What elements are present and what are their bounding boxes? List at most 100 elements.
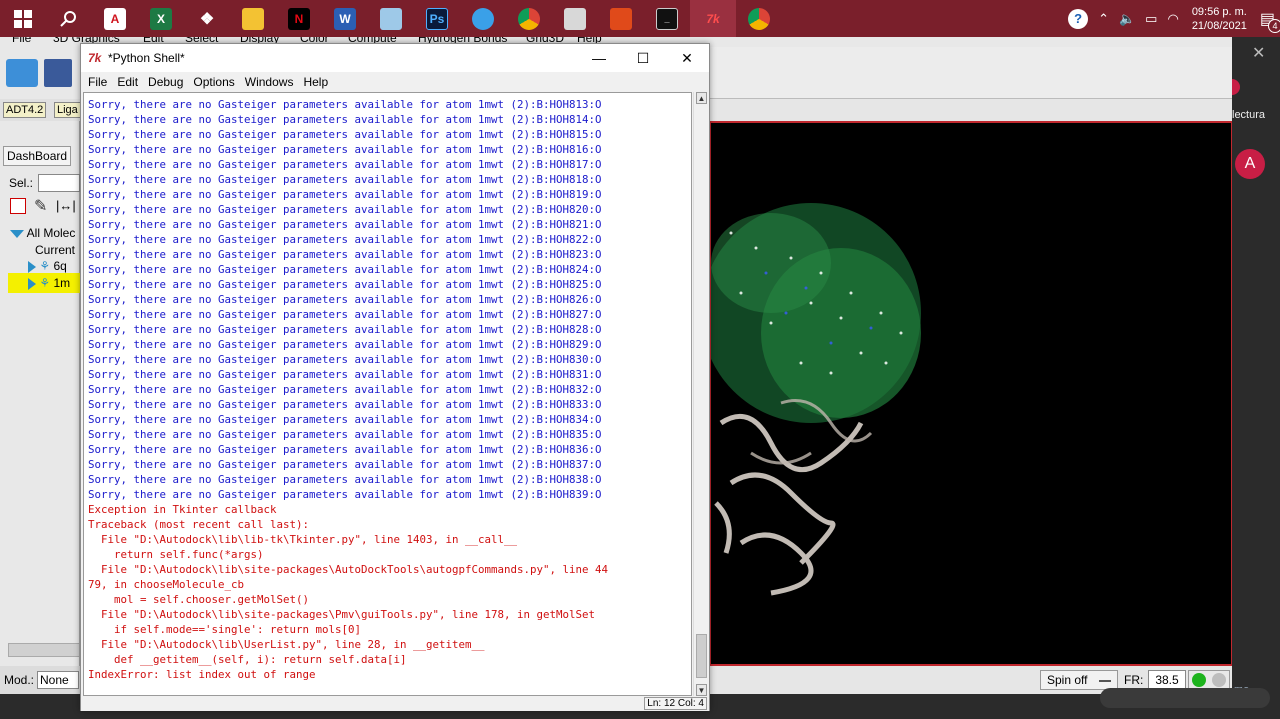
autodock-toolbar2: ADT4.2 Liga — [0, 99, 80, 121]
notification-icon[interactable]: ▤ 4 — [1255, 9, 1280, 33]
tab-dashboard[interactable]: DashBoard — [3, 146, 72, 166]
molecule-icon: ⚘ — [39, 259, 51, 273]
tree-item-6q[interactable]: ⚘ 6q — [28, 259, 80, 273]
tree-item-1m[interactable]: ⚘ 1m — [28, 276, 80, 290]
shell-line: Sorry, there are no Gasteiger parameters… — [88, 398, 602, 411]
shell-menu-edit[interactable]: Edit — [117, 75, 138, 89]
mod-field[interactable]: None — [37, 671, 79, 689]
shell-output[interactable]: Sorry, there are no Gasteiger parameters… — [83, 92, 692, 696]
pencil-icon[interactable]: ✎ — [34, 196, 47, 216]
avatar[interactable]: A — [1235, 149, 1265, 179]
green-status-icon — [1192, 673, 1206, 687]
lectura-label[interactable]: lectura — [1232, 109, 1265, 121]
tree-all-molecules[interactable]: All Molec — [10, 226, 80, 240]
shell-line: Sorry, there are no Gasteiger parameters… — [88, 323, 602, 336]
cursor-position: Ln: 12 Col: 4 — [644, 697, 707, 710]
chrome-icon[interactable] — [506, 0, 552, 37]
file-explorer-icon[interactable] — [230, 0, 276, 37]
shell-menu-options[interactable]: Options — [193, 75, 234, 89]
shell-line: File "D:\Autodock\lib\UserList.py", line… — [88, 638, 485, 651]
shell-menu-file[interactable]: File — [88, 75, 107, 89]
shell-line: return self.func(*args) — [88, 548, 264, 561]
netflix-icon[interactable]: N — [276, 0, 322, 37]
shell-line: File "D:\Autodock\lib\site-packages\Pmv\… — [88, 608, 596, 621]
notes-icon[interactable] — [368, 0, 414, 37]
scroll-up-icon[interactable]: ▲ — [696, 92, 707, 104]
notification-count: 4 — [1268, 18, 1280, 33]
maximize-button[interactable]: ☐ — [621, 44, 665, 72]
python-shell-window: 7k *Python Shell* — ☐ ✕ File Edit Debug … — [80, 43, 710, 711]
shell-line: mol = self.chooser.getMolSet() — [88, 593, 310, 606]
sel-input[interactable] — [38, 174, 80, 192]
dashboard-scrollbar[interactable] — [8, 643, 80, 657]
shell-scrollbar[interactable]: ▲ ▼ — [693, 92, 708, 696]
open-folder-icon[interactable] — [6, 59, 38, 87]
frame-rate-field: 38.5 — [1148, 670, 1186, 690]
word-icon[interactable]: W — [322, 0, 368, 37]
close-icon[interactable]: ✕ — [1252, 43, 1265, 63]
minimize-button[interactable]: — — [577, 44, 621, 72]
search-icon[interactable] — [46, 0, 92, 37]
save-icon[interactable] — [44, 59, 72, 87]
shell-title: *Python Shell* — [108, 51, 185, 65]
expand-icon — [10, 229, 24, 238]
shell-menu-debug[interactable]: Debug — [148, 75, 183, 89]
scroll-thumb[interactable] — [696, 634, 707, 678]
sel-label: Sel.: — [9, 176, 34, 190]
select-tool-icon[interactable] — [10, 198, 26, 214]
shell-line: Sorry, there are no Gasteiger parameters… — [88, 113, 602, 126]
browser-edge: ✕ lectura A me — [1232, 37, 1280, 719]
shell-line: Sorry, there are no Gasteiger parameters… — [88, 383, 602, 396]
autodock-toolbar — [0, 47, 80, 99]
distance-icon[interactable]: |↔| — [56, 198, 76, 213]
shell-line: Sorry, there are no Gasteiger parameters… — [88, 128, 602, 141]
clock-date: 21/08/2021 — [1191, 19, 1247, 32]
spin-toggle-button[interactable]: Spin off — [1040, 670, 1118, 690]
molecule-render — [711, 203, 921, 596]
molecule-icon: ⚘ — [39, 276, 51, 290]
control-panel-icon[interactable] — [552, 0, 598, 37]
profile-dot-icon — [1232, 79, 1240, 95]
shell-line: Sorry, there are no Gasteiger parameters… — [88, 293, 602, 306]
shell-line: Sorry, there are no Gasteiger parameters… — [88, 368, 602, 381]
mod-label: Mod.: — [4, 673, 35, 687]
battery-icon[interactable]: ▭ — [1140, 11, 1162, 27]
adt-version-tag[interactable]: ADT4.2 — [3, 102, 47, 118]
wifi-icon[interactable]: ◠ — [1162, 11, 1183, 27]
volume-icon[interactable]: 🔈 — [1114, 11, 1140, 27]
spin-label: Spin off — [1047, 673, 1088, 687]
photoshop-icon[interactable]: Ps — [414, 0, 460, 37]
ligand-menu-tag[interactable]: Liga — [54, 102, 80, 118]
shell-line: Sorry, there are no Gasteiger parameters… — [88, 158, 602, 171]
dashboard-tools: ✎ |↔| — [8, 196, 80, 218]
clock[interactable]: 09:56 p. m. 21/08/2021 — [1184, 5, 1255, 33]
scroll-down-icon[interactable]: ▼ — [696, 684, 707, 696]
shell-line: Sorry, there are no Gasteiger parameters… — [88, 218, 602, 231]
lightbulb-icon[interactable] — [460, 0, 506, 37]
help-icon[interactable]: ? — [1063, 8, 1093, 29]
office-icon[interactable] — [598, 0, 644, 37]
tree-item-label: 6q — [53, 259, 67, 273]
shell-menu-windows[interactable]: Windows — [245, 75, 294, 89]
terminal-icon[interactable]: _ — [644, 0, 690, 37]
autodock-toolbar-right — [709, 47, 1232, 99]
close-button[interactable]: ✕ — [665, 44, 709, 72]
acrobat-icon[interactable]: A — [92, 0, 138, 37]
gray-status-icon — [1212, 673, 1226, 687]
taskbar: A X ❖ N W Ps _ 7k ? ⌃ 🔈 ▭ ◠ 09:56 p. m. … — [0, 0, 1280, 37]
menu-file[interactable]: File — [12, 37, 31, 45]
shell-line: if self.mode=='single': return mols[0] — [88, 623, 362, 636]
chrome-profile-icon[interactable] — [736, 0, 782, 37]
shell-line: Sorry, there are no Gasteiger parameters… — [88, 413, 602, 426]
3d-viewer[interactable] — [709, 121, 1233, 666]
tk-icon[interactable]: 7k — [690, 0, 736, 37]
excel-icon[interactable]: X — [138, 0, 184, 37]
shell-line: Sorry, there are no Gasteiger parameters… — [88, 98, 602, 111]
chevron-up-icon[interactable]: ⌃ — [1093, 11, 1114, 27]
clock-time: 09:56 p. m. — [1191, 5, 1247, 18]
status-leds — [1188, 670, 1230, 690]
dropbox-icon[interactable]: ❖ — [184, 0, 230, 37]
shell-titlebar[interactable]: 7k *Python Shell* — ☐ ✕ — [81, 44, 709, 72]
windows-start-icon[interactable] — [0, 0, 46, 37]
shell-menu-help[interactable]: Help — [303, 75, 328, 89]
